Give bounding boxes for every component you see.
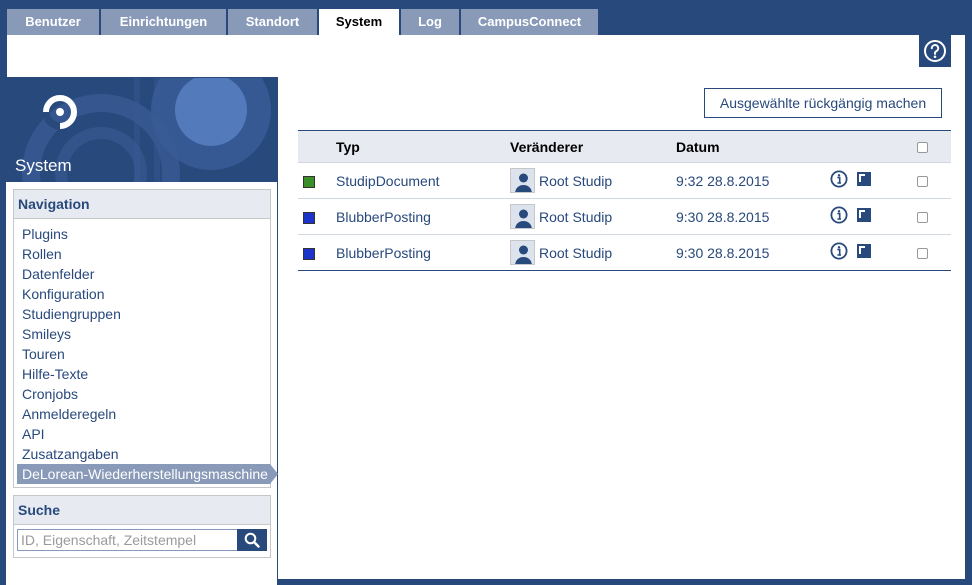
table-row: BlubberPosting Root Studip 9:30 28.8.201…: [298, 198, 951, 235]
type-color-swatch: [303, 247, 315, 260]
avatar: [510, 168, 535, 193]
nav-item-cronjobs[interactable]: Cronjobs: [14, 384, 270, 404]
nav-item-rollen[interactable]: Rollen: [14, 244, 270, 264]
row-color-cell: [298, 162, 336, 199]
search-heading: Suche: [14, 496, 270, 525]
search-row: [17, 529, 267, 551]
search-icon: [244, 532, 260, 548]
navigation-list: Plugins Rollen Datenfelder Konfiguration…: [14, 219, 278, 487]
user-avatar-icon: [515, 209, 532, 228]
help-circle-icon: [924, 40, 946, 62]
info-icon[interactable]: [830, 242, 848, 260]
row-actions: [830, 198, 900, 235]
help-button[interactable]: [919, 35, 951, 67]
row-color-cell: [298, 234, 336, 271]
row-actions: [830, 162, 900, 199]
nav-item-delorean[interactable]: DeLorean-Wiederherstellungsmaschine: [17, 464, 278, 484]
sidebar-title: System: [15, 156, 72, 175]
nav-item-studiengruppen[interactable]: Studiengruppen: [14, 304, 270, 324]
row-user-cell: Root Studip: [510, 198, 676, 235]
row-date: 9:30 28.8.2015: [676, 198, 830, 235]
row-date: 9:32 28.8.2015: [676, 162, 830, 199]
info-icon[interactable]: [830, 170, 848, 188]
row-select-cell: [900, 198, 951, 235]
undo-corner-icon[interactable]: [856, 243, 872, 259]
row-user[interactable]: Root Studip: [539, 245, 612, 261]
nav-item-api[interactable]: API: [14, 424, 270, 444]
row-type[interactable]: BlubberPosting: [336, 234, 510, 271]
nav-item-konfiguration[interactable]: Konfiguration: [14, 284, 270, 304]
tab-benutzer[interactable]: Benutzer: [7, 9, 99, 35]
undo-corner-icon[interactable]: [856, 171, 872, 187]
search-input[interactable]: [17, 529, 237, 551]
row-select-cell: [900, 162, 951, 199]
column-datum: Datum: [676, 130, 830, 163]
nav-item-hilfe-texte[interactable]: Hilfe-Texte: [14, 364, 270, 384]
tab-log[interactable]: Log: [401, 9, 459, 35]
search-widget: Suche: [13, 495, 271, 558]
main-tabs: Benutzer Einrichtungen Standort System L…: [7, 9, 600, 36]
nav-item-touren[interactable]: Touren: [14, 344, 270, 364]
nav-item-plugins[interactable]: Plugins: [14, 224, 270, 244]
navigation-heading: Navigation: [14, 190, 270, 219]
tab-campusconnect[interactable]: CampusConnect: [461, 9, 598, 35]
tab-system[interactable]: System: [319, 9, 399, 36]
avatar: [510, 204, 535, 229]
table-row: BlubberPosting Root Studip 9:30 28.8.201…: [298, 234, 951, 271]
user-avatar-icon: [515, 245, 532, 264]
table-header-row: Typ Veränderer Datum: [298, 130, 951, 163]
nav-item-smileys[interactable]: Smileys: [14, 324, 270, 344]
type-color-swatch: [303, 211, 315, 224]
row-color-cell: [298, 198, 336, 235]
column-veraenderer: Veränderer: [510, 130, 676, 163]
sidebar-header: System: [6, 78, 277, 182]
color-column-header: [298, 130, 336, 163]
content-page: System Navigation Plugins Rollen Datenfe…: [5, 35, 965, 585]
undo-selected-button[interactable]: Ausgewählte rückgängig machen: [704, 88, 942, 118]
nav-item-anmelderegeln[interactable]: Anmelderegeln: [14, 404, 270, 424]
info-icon[interactable]: [830, 206, 848, 224]
sidebar: System Navigation Plugins Rollen Datenfe…: [5, 77, 278, 585]
row-user[interactable]: Root Studip: [539, 209, 612, 225]
row-actions: [830, 234, 900, 271]
nav-item-datenfelder[interactable]: Datenfelder: [14, 264, 270, 284]
row-select-cell: [900, 234, 951, 271]
select-all-checkbox[interactable]: [917, 142, 928, 154]
row-date: 9:30 28.8.2015: [676, 234, 830, 271]
row-checkbox[interactable]: [917, 248, 928, 260]
tab-einrichtungen[interactable]: Einrichtungen: [101, 9, 226, 35]
column-typ: Typ: [336, 130, 510, 163]
undo-corner-icon[interactable]: [856, 207, 872, 223]
row-checkbox[interactable]: [917, 176, 928, 188]
navigation-widget: Navigation Plugins Rollen Datenfelder Ko…: [13, 189, 278, 488]
user-avatar-icon: [515, 173, 532, 192]
row-user-cell: Root Studip: [510, 234, 676, 271]
tab-standort[interactable]: Standort: [228, 9, 317, 35]
avatar: [510, 240, 535, 265]
select-all-header: [900, 130, 951, 163]
row-type[interactable]: StudipDocument: [336, 162, 510, 199]
table-row: StudipDocument Root Studip 9:32 28.8.201…: [298, 162, 951, 199]
nav-item-zusatzangaben[interactable]: Zusatzangaben: [14, 444, 270, 464]
row-type[interactable]: BlubberPosting: [336, 198, 510, 235]
row-user-cell: Root Studip: [510, 162, 676, 199]
type-color-swatch: [303, 175, 315, 188]
search-button[interactable]: [237, 529, 267, 551]
row-user[interactable]: Root Studip: [539, 173, 612, 189]
log-table: Typ Veränderer Datum StudipDocument Root…: [298, 130, 951, 271]
actions-column-header: [830, 130, 900, 163]
row-checkbox[interactable]: [917, 212, 928, 224]
